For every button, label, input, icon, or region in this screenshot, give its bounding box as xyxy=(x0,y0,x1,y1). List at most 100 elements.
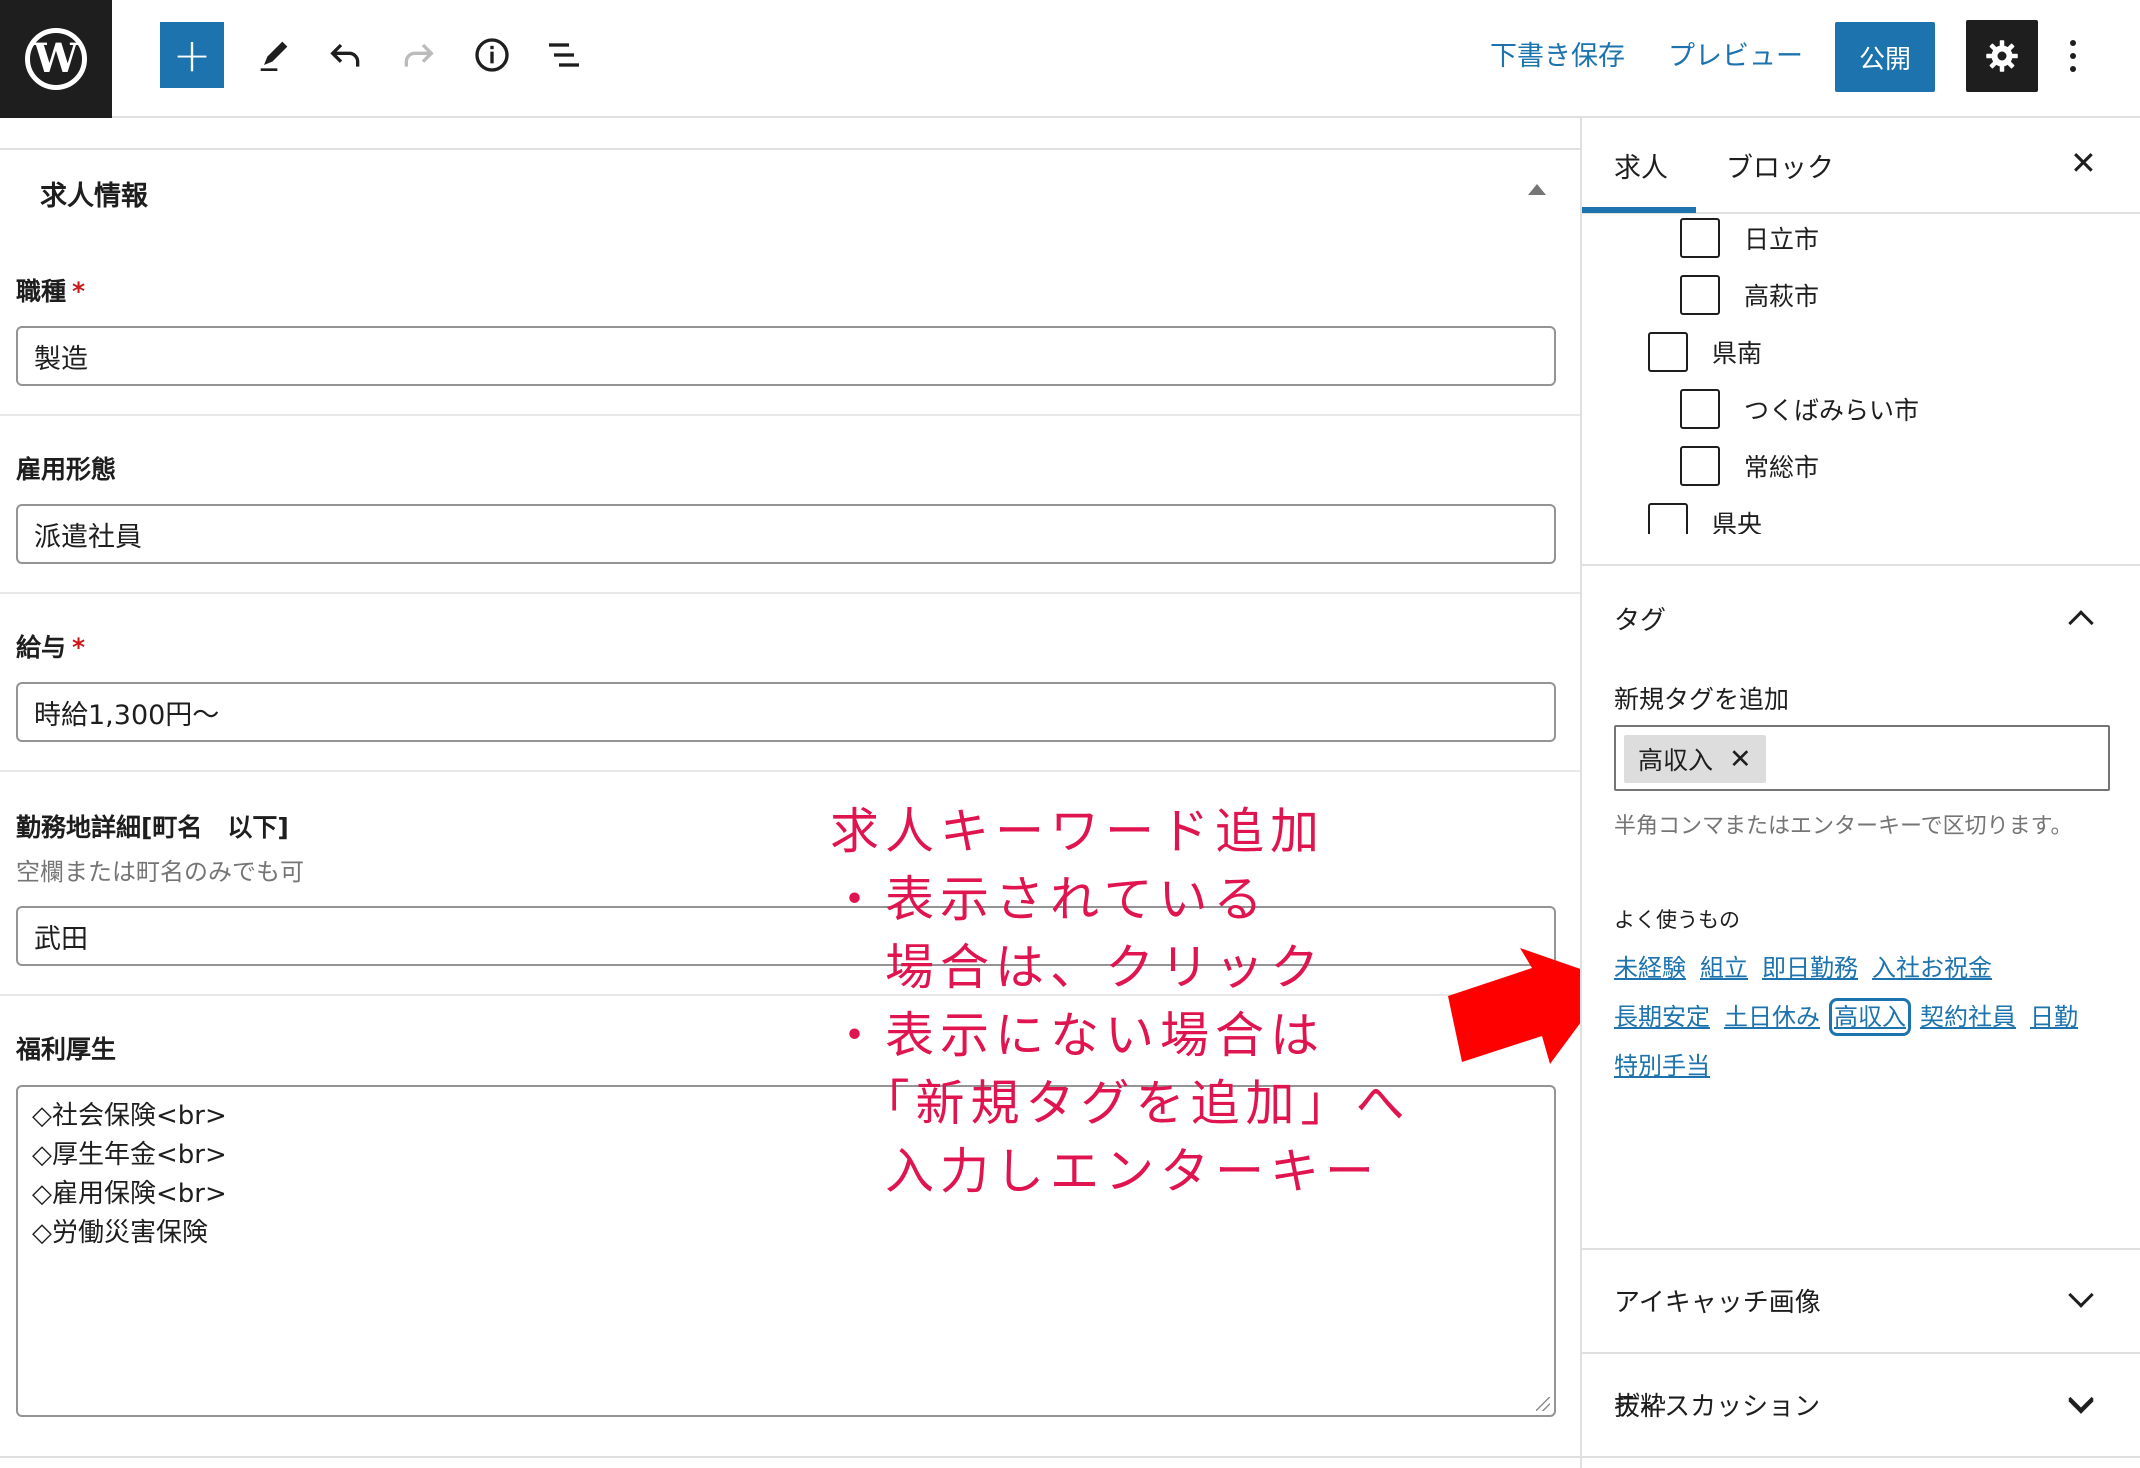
employment-type-label: 雇用形態 xyxy=(16,455,117,484)
category-item[interactable]: 県央 xyxy=(1648,503,1762,534)
tab-block[interactable]: ブロック xyxy=(1726,146,1834,185)
tag-chip-label: 高収入 xyxy=(1638,746,1714,775)
divider xyxy=(0,592,1580,594)
panel-title: 求人情報 xyxy=(40,181,148,212)
common-tag-link[interactable]: 日勤 xyxy=(2030,1003,2078,1031)
benefits-line: ◇労働災害保険 xyxy=(32,1218,208,1248)
divider xyxy=(0,148,1580,150)
common-tag-link[interactable]: 即日勤務 xyxy=(1762,954,1858,982)
annotation-line: 入力しエンターキー xyxy=(830,1143,1381,1200)
checkbox[interactable] xyxy=(1680,218,1720,258)
job-type-input[interactable]: 製造 xyxy=(16,326,1556,386)
settings-sidebar: 求人 ブロック ✕ 日立市 高萩市 県南 つくばみらい市 常総市 県央 タグ 新… xyxy=(1580,118,2140,1468)
category-item[interactable]: 高萩市 xyxy=(1680,275,1819,315)
category-label: つくばみらい市 xyxy=(1744,396,1920,425)
category-item[interactable]: 日立市 xyxy=(1680,218,1819,258)
salary-input[interactable]: 時給1,300円〜 xyxy=(16,682,1556,742)
common-tag-link[interactable]: 未経験 xyxy=(1614,954,1686,982)
category-item[interactable]: 県南 xyxy=(1648,332,1762,372)
category-label: 県央 xyxy=(1712,510,1763,534)
save-draft-button[interactable]: 下書き保存 xyxy=(1490,34,1625,73)
job-type-label-text: 職種 xyxy=(16,277,67,306)
more-options-button[interactable] xyxy=(2058,26,2088,86)
edit-tool-button[interactable] xyxy=(246,22,302,88)
annotation-line: ・表示されている xyxy=(830,871,1269,928)
remove-tag-icon[interactable]: ✕ xyxy=(1729,744,1752,775)
featured-image-section[interactable]: アイキャッチ画像 xyxy=(1614,1282,1821,1319)
pencil-icon xyxy=(260,41,288,71)
discussion-section-title: ディスカッション xyxy=(1614,1392,1821,1422)
annotation-line: ・表示にない場合は xyxy=(830,1007,1326,1064)
category-label: 高萩市 xyxy=(1744,282,1820,311)
common-tag-link[interactable]: 土日休み xyxy=(1724,1003,1820,1031)
list-view-button[interactable] xyxy=(536,22,592,88)
location-detail-label: 勤務地詳細[町名 以下] xyxy=(16,813,289,842)
required-mark: * xyxy=(72,633,86,662)
collapse-panel-icon[interactable] xyxy=(1528,184,1546,195)
common-tag-link[interactable]: 契約社員 xyxy=(1920,1003,2016,1031)
checkbox[interactable] xyxy=(1680,275,1720,315)
more-dot-icon xyxy=(2070,66,2076,72)
salary-label: 給与 * xyxy=(16,628,85,664)
category-label: 日立市 xyxy=(1744,225,1820,254)
sidebar-tabs: 求人 ブロック ✕ xyxy=(1582,118,2140,214)
chevron-down-icon[interactable] xyxy=(2068,1388,2094,1414)
annotation-line: 場合は、クリック xyxy=(830,939,1326,996)
job-type-label: 職種 * xyxy=(16,272,85,308)
checkbox[interactable] xyxy=(1680,389,1720,429)
gear-icon xyxy=(1986,40,2018,72)
info-icon xyxy=(475,38,509,72)
publish-button[interactable]: 公開 xyxy=(1835,22,1935,92)
annotation-line: 「新規タグを追加」へ xyxy=(830,1075,1411,1132)
category-item[interactable]: 常総市 xyxy=(1680,446,1819,486)
divider xyxy=(1582,1248,2140,1250)
category-label: 県南 xyxy=(1712,339,1763,368)
checkbox[interactable] xyxy=(1648,332,1688,372)
active-tab-indicator xyxy=(1582,207,1696,213)
common-tag-link[interactable]: 組立 xyxy=(1700,954,1748,982)
checkbox[interactable] xyxy=(1680,446,1720,486)
close-sidebar-icon[interactable]: ✕ xyxy=(2070,144,2097,182)
common-tags-list: 未経験 組立 即日勤務 入社お祝金 長期安定 土日休み 高収入 契約社員 日勤 特別手当 xyxy=(1614,944,2114,1091)
list-view-icon xyxy=(549,43,579,67)
checkbox[interactable] xyxy=(1648,503,1688,534)
wordpress-logo-button[interactable]: W xyxy=(0,0,112,118)
details-button[interactable] xyxy=(464,22,520,88)
required-mark: * xyxy=(72,277,86,306)
preview-button[interactable]: プレビュー xyxy=(1668,34,1803,73)
category-label: 常総市 xyxy=(1744,453,1820,482)
undo-icon xyxy=(330,43,360,67)
settings-button[interactable] xyxy=(1966,20,2038,92)
category-item[interactable]: つくばみらい市 xyxy=(1680,389,1919,429)
common-tag-link[interactable]: 高収入 xyxy=(1829,998,1911,1036)
common-tag-link[interactable]: 入社お祝金 xyxy=(1872,954,1992,982)
editor-toolbar: W + 下書き保存 プレビュー 公開 xyxy=(0,0,2140,118)
chevron-up-icon[interactable] xyxy=(2068,610,2094,636)
common-tags-label: よく使うもの xyxy=(1614,908,1740,932)
common-tag-link[interactable]: 特別手当 xyxy=(1614,1052,1710,1080)
add-block-button[interactable]: + xyxy=(160,22,224,88)
add-tag-label: 新規タグを追加 xyxy=(1614,685,1790,714)
employment-type-input[interactable]: 派遣社員 xyxy=(16,504,1556,564)
resize-handle[interactable] xyxy=(1536,1397,1550,1411)
location-detail-description: 空欄または町名のみでも可 xyxy=(16,858,304,886)
chevron-down-icon[interactable] xyxy=(2068,1282,2094,1308)
more-dot-icon xyxy=(2070,53,2076,59)
divider xyxy=(0,414,1580,416)
tags-section-title[interactable]: タグ xyxy=(1614,600,1666,637)
redo-icon xyxy=(404,43,434,67)
tab-post[interactable]: 求人 xyxy=(1614,146,1668,185)
editor-canvas: 求人情報 職種 * 製造 雇用形態 派遣社員 給与 * 時給1,300円〜 勤務地詳… xyxy=(0,118,1580,1468)
wordpress-logo-icon: W xyxy=(25,28,87,90)
add-tag-input[interactable]: 高収入 ✕ xyxy=(1614,725,2110,791)
discussion-section[interactable]: ディスカッション xyxy=(1582,1352,2140,1468)
divider xyxy=(0,1456,1580,1458)
common-tag-link[interactable]: 長期安定 xyxy=(1614,1003,1710,1031)
redo-button[interactable] xyxy=(390,22,446,88)
more-dot-icon xyxy=(2070,40,2076,46)
undo-button[interactable] xyxy=(318,22,374,88)
tag-chip: 高収入 ✕ xyxy=(1624,735,1766,783)
salary-label-text: 給与 xyxy=(16,633,67,662)
category-list: 日立市 高萩市 県南 つくばみらい市 常総市 県央 xyxy=(1582,214,2140,534)
annotation-note: 求人キーワード追加 ・表示されている 場合は、クリック ・表示にない場合は 「新… xyxy=(830,798,1510,1206)
